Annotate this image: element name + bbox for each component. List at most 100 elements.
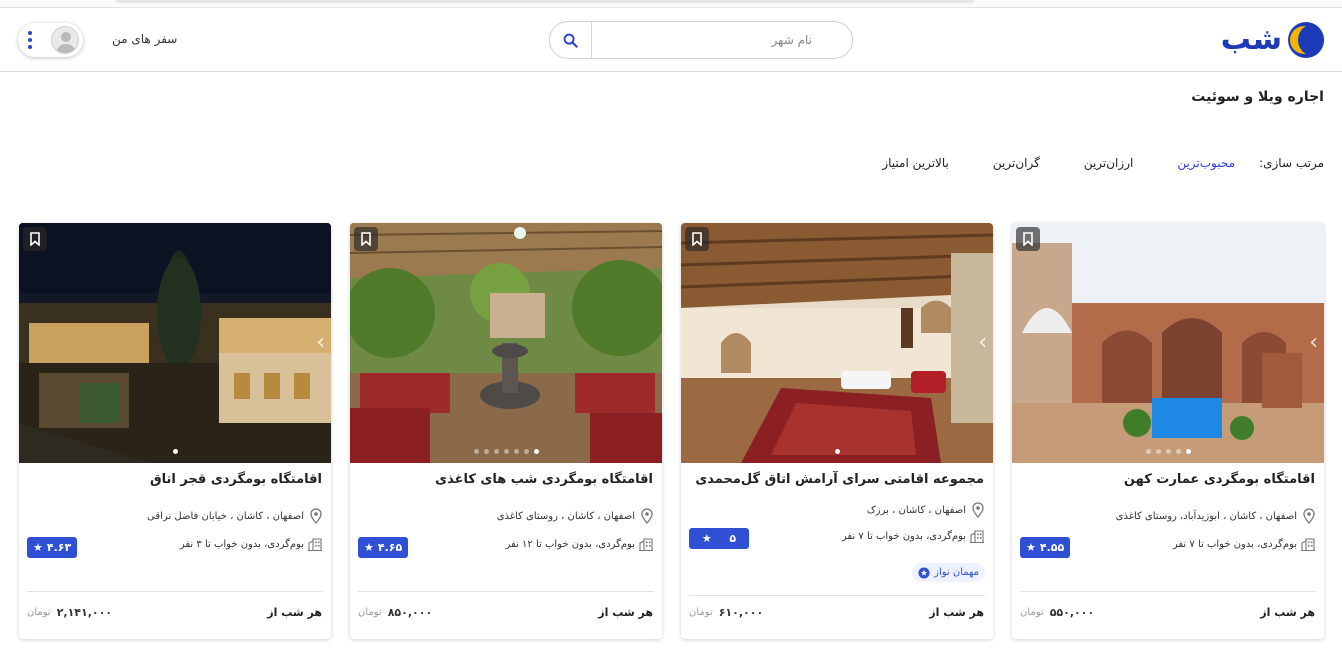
top-scroll-pill <box>115 0 975 3</box>
photo-dots <box>19 449 331 454</box>
per-night-label: هر شب از <box>598 606 653 619</box>
bookmark-button[interactable] <box>685 227 709 251</box>
next-photo-arrow-icon[interactable]: › <box>978 332 987 354</box>
listing-photo[interactable] <box>350 223 662 463</box>
listing-title[interactable]: اقامتگاه بومگردی عمارت کهن <box>1124 472 1315 487</box>
building-icon <box>1301 538 1315 551</box>
listing-type: بوم‌گردی، بدون خواب تا ۷ نفر <box>842 530 984 543</box>
rating-value: ۵ <box>729 532 737 545</box>
photo-dots <box>1012 449 1324 454</box>
card-divider <box>1020 591 1316 592</box>
listing-title[interactable]: اقامتگاه بومگردی شب های کاغذی <box>435 472 653 487</box>
listing-title[interactable]: اقامتگاه بومگردی قجر اتاق <box>150 472 322 487</box>
type-text: بوم‌گردی، بدون خواب تا ۷ نفر <box>1172 539 1297 550</box>
location-text: اصفهان ، کاشان ، خیابان فاضل نراقی <box>147 510 304 522</box>
building-icon <box>308 538 322 551</box>
listing-card[interactable]: › مجموعه اقامتی سرای آرامش اتاق گل‌محمدی… <box>681 223 993 639</box>
listing-location: اصفهان ، کاشان ، برزک <box>867 502 984 518</box>
logo-moon-icon <box>1288 22 1324 58</box>
bookmark-button[interactable] <box>354 227 378 251</box>
host-badge: مهمان نواز <box>912 563 985 582</box>
price: تومان ۸۵۰,۰۰۰ <box>358 606 432 619</box>
bookmark-icon <box>1023 232 1033 246</box>
rating-badge: ★ ۴.۶۵ <box>358 537 409 558</box>
bookmark-button[interactable] <box>23 227 47 251</box>
listing-location: اصفهان ، کاشان ، ابوزیدآباد، روستای کاغذ… <box>1116 508 1315 524</box>
price-value: ۸۵۰,۰۰۰ <box>387 606 433 619</box>
card-divider <box>689 595 985 596</box>
bookmark-icon <box>361 232 371 246</box>
per-night-label: هر شب از <box>1260 606 1315 619</box>
location-text: اصفهان ، کاشان ، برزک <box>866 504 966 516</box>
bookmark-button[interactable] <box>1016 227 1040 251</box>
currency: تومان <box>1020 607 1044 618</box>
location-pin-icon <box>1303 508 1315 524</box>
listing-title[interactable]: مجموعه اقامتی سرای آرامش اتاق گل‌محمدی <box>695 472 984 487</box>
location-pin-icon <box>310 508 322 524</box>
per-night-label: هر شب از <box>267 606 322 619</box>
per-night-label: هر شب از <box>929 606 984 619</box>
search-icon <box>563 33 578 48</box>
my-trips-link[interactable]: سفر های من <box>112 32 177 46</box>
rating-value: ۴.۶۵ <box>377 541 403 554</box>
listing-photo[interactable]: › <box>1012 223 1324 463</box>
currency: تومان <box>358 607 382 618</box>
rating-value: ۴.۶۳ <box>46 541 72 554</box>
photo-dots <box>681 449 993 454</box>
city-search <box>549 21 853 59</box>
logo-text: شب <box>1220 22 1282 57</box>
building-icon <box>639 538 653 551</box>
card-divider <box>27 591 323 592</box>
listing-card[interactable]: › اقامتگاه بومگردی عمارت کهن اصفهان ، کا… <box>1012 223 1324 639</box>
browser-top-strip <box>0 0 1342 8</box>
building-icon <box>970 530 984 543</box>
star-icon: ★ <box>1026 541 1036 554</box>
search-input[interactable] <box>592 23 852 57</box>
listing-card[interactable]: اقامتگاه بومگردی شب های کاغذی اصفهان ، ک… <box>350 223 662 639</box>
sort-option-cheapest[interactable]: ارزان‌ترین <box>1084 156 1134 170</box>
card-divider <box>358 591 654 592</box>
sort-label: مرتب سازی: <box>1259 156 1324 170</box>
avatar <box>51 26 79 54</box>
type-text: بوم‌گردی، بدون خواب تا ۳ نفر <box>179 539 304 550</box>
site-header: شب سفر های من <box>0 8 1342 72</box>
next-photo-arrow-icon[interactable]: › <box>316 332 325 354</box>
currency: تومان <box>27 607 51 618</box>
rating-badge: ★ ۵ <box>689 528 749 549</box>
sort-bar: مرتب سازی: محبوب‌ترین ارزان‌ترین گران‌تر… <box>838 156 1324 170</box>
listing-type: بوم‌گردی، بدون خواب تا ۳ نفر <box>180 538 322 551</box>
rating-badge: ★ ۴.۵۵ <box>1020 537 1071 558</box>
star-icon: ★ <box>364 541 374 554</box>
rating-badge: ★ ۴.۶۳ <box>27 537 78 558</box>
search-button[interactable] <box>550 22 592 58</box>
verified-icon <box>918 567 930 578</box>
photo-dots <box>350 449 662 454</box>
listing-photo[interactable]: › <box>681 223 993 463</box>
location-text: اصفهان ، کاشان ، روستای کاغذی <box>496 510 635 522</box>
price-value: ۵۵۰,۰۰۰ <box>1049 606 1095 619</box>
listing-photo[interactable]: › <box>19 223 331 463</box>
listing-location: اصفهان ، کاشان ، خیابان فاضل نراقی <box>147 508 322 524</box>
listing-type: بوم‌گردی، بدون خواب تا ۱۲ نفر <box>505 538 653 551</box>
star-icon: ★ <box>33 541 43 554</box>
currency: تومان <box>689 607 713 618</box>
listing-type: بوم‌گردی، بدون خواب تا ۷ نفر <box>1173 538 1315 551</box>
more-vertical-icon <box>28 31 32 49</box>
bookmark-icon <box>30 232 40 246</box>
location-pin-icon <box>972 502 984 518</box>
sort-option-popular[interactable]: محبوب‌ترین <box>1177 156 1235 170</box>
page-title: اجاره ویلا و سوئیت <box>1191 89 1324 105</box>
rating-value: ۴.۵۵ <box>1039 541 1065 554</box>
location-text: اصفهان ، کاشان ، ابوزیدآباد، روستای کاغذ… <box>1115 510 1297 522</box>
price: تومان ۲,۱۴۱,۰۰۰ <box>27 606 112 619</box>
sort-option-top-rated[interactable]: بالاترین امتیاز <box>882 156 949 170</box>
next-photo-arrow-icon[interactable]: › <box>1309 332 1318 354</box>
profile-menu-button[interactable] <box>18 23 83 57</box>
star-icon: ★ <box>701 532 712 545</box>
listing-card[interactable]: › اقامتگاه بومگردی قجر اتاق اصفهان ، کاش… <box>19 223 331 639</box>
price-value: ۲,۱۴۱,۰۰۰ <box>56 606 113 619</box>
sort-option-expensive[interactable]: گران‌ترین <box>993 156 1040 170</box>
site-logo[interactable]: شب <box>1221 20 1324 60</box>
type-text: بوم‌گردی، بدون خواب تا ۱۲ نفر <box>505 539 635 550</box>
host-badge-text: مهمان نواز <box>934 567 979 578</box>
